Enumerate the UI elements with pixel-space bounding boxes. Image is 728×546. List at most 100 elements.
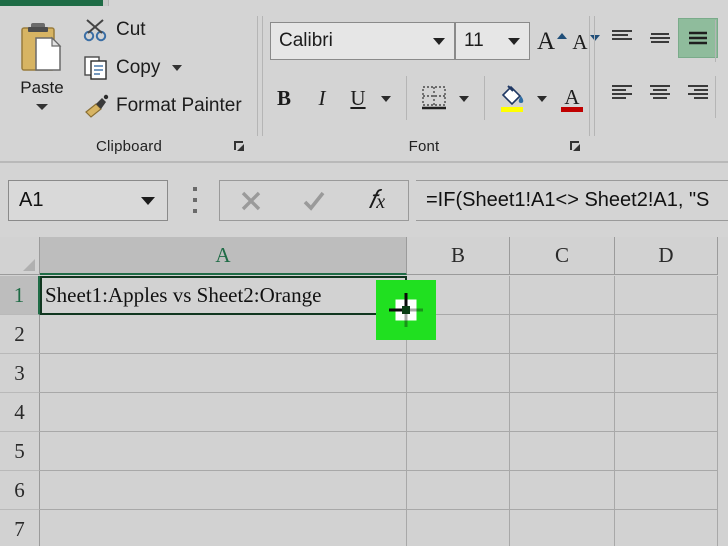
scissors-icon [82,17,112,43]
cell-B1[interactable] [407,276,510,315]
cell-B2[interactable] [407,315,510,354]
formula-input[interactable]: =IF(Sheet1!A1<> Sheet2!A1, "S [416,180,728,221]
excel-window: Paste Cut Copy Format Painter Clipboard … [0,0,728,546]
cell-D5[interactable] [615,432,718,471]
align-left-icon [612,85,632,99]
row-header-label: 6 [14,477,25,502]
cut-button[interactable]: Cut [82,14,146,46]
underline-button[interactable]: U [342,82,374,114]
font-dialog-launcher[interactable] [568,139,584,155]
row-header-6[interactable]: 6 [0,471,40,510]
align-right-button[interactable] [680,78,716,110]
chevron-down-icon[interactable] [508,37,520,45]
align-left-button[interactable] [604,78,640,110]
copy-button[interactable]: Copy [82,52,183,84]
chevron-down-icon[interactable] [141,196,155,205]
align-bottom-icon [689,31,707,45]
cell-A1[interactable] [40,276,407,315]
cell-A3[interactable] [40,354,407,393]
cell-D3[interactable] [615,354,718,393]
insert-function-button[interactable]: 𝑓x [345,181,408,220]
cell-C4[interactable] [510,393,615,432]
cell-D6[interactable] [615,471,718,510]
cancel-button[interactable] [220,181,283,220]
chevron-down-icon[interactable] [433,37,445,45]
cell-C5[interactable] [510,432,615,471]
column-header-c[interactable]: C [510,237,615,275]
cell-D7[interactable] [615,510,718,546]
borders-dropdown-button[interactable] [454,90,474,108]
cell-C1[interactable] [510,276,615,315]
cell-C6[interactable] [510,471,615,510]
cell-D2[interactable] [615,315,718,354]
fill-color-dropdown-button[interactable] [532,90,552,108]
font-size-value: 11 [464,30,484,51]
clipboard-group-label: Clipboard [95,138,162,155]
cut-label: Cut [116,19,146,40]
cell-C7[interactable] [510,510,615,546]
column-header-b[interactable]: B [407,237,510,275]
paste-dropdown-caret-icon[interactable] [36,104,48,110]
cell-B5[interactable] [407,432,510,471]
column-header-label: B [450,243,465,267]
caret-up-icon [557,33,568,39]
chevron-down-icon [537,96,547,102]
cell-C2[interactable] [510,315,615,354]
align-center-button[interactable] [642,78,678,110]
font-name-value: Calibri [279,30,333,51]
row-header-label: 2 [14,321,25,346]
row-header-3[interactable]: 3 [0,354,40,393]
row-header-label: 4 [14,399,25,424]
cell-A4[interactable] [40,393,407,432]
column-header-d[interactable]: D [615,237,718,275]
fill-color-button[interactable] [494,80,530,116]
cell-B4[interactable] [407,393,510,432]
cell-A5[interactable] [40,432,407,471]
cell-A2[interactable] [40,315,407,354]
row-header-5[interactable]: 5 [0,432,40,471]
cell-B7[interactable] [407,510,510,546]
row-header-2[interactable]: 2 [0,315,40,354]
bold-button[interactable]: B [268,82,300,114]
align-top-button[interactable] [604,22,640,54]
name-box[interactable]: A1 [8,180,168,221]
cell-B6[interactable] [407,471,510,510]
column-header-a[interactable]: A [40,237,407,275]
cell-D4[interactable] [615,393,718,432]
cell-C3[interactable] [510,354,615,393]
borders-button[interactable] [416,80,452,116]
cell-A6[interactable] [40,471,407,510]
paste-icon [16,20,68,76]
row-header-label: 5 [14,438,25,463]
cell-A7[interactable] [40,510,407,546]
format-painter-button[interactable]: Format Painter [82,90,242,122]
cell-D1[interactable] [615,276,718,315]
chevron-down-icon [459,96,469,102]
align-center-icon [650,85,670,99]
row-header-1[interactable]: 1 [0,276,40,315]
font-name-combo[interactable]: Calibri [270,22,455,60]
row-header-label: 1 [13,282,25,307]
clipboard-dialog-launcher[interactable] [232,139,248,155]
select-all-corner-button[interactable] [0,237,40,275]
paste-button[interactable]: Paste [8,14,76,132]
align-middle-icon [650,33,670,43]
ribbon-group-alignment [590,6,728,161]
row-header-7[interactable]: 7 [0,510,40,546]
enter-button[interactable] [283,181,346,220]
align-middle-button[interactable] [642,22,678,54]
underline-label: U [350,85,366,110]
row-header-4[interactable]: 4 [0,393,40,432]
font-group-left-separator [262,16,263,136]
copy-dropdown-caret-icon[interactable] [172,65,183,71]
cell-B3[interactable] [407,354,510,393]
align-bottom-button[interactable] [678,18,718,58]
increase-font-size-button[interactable]: A [536,24,568,58]
shrink-font-label: A [572,29,588,54]
paintbrush-icon [82,93,112,119]
underline-dropdown-button[interactable] [376,90,396,108]
font-color-button[interactable]: A [554,80,590,116]
chevron-down-icon [381,96,391,102]
italic-button[interactable]: I [306,82,338,114]
font-size-combo[interactable]: 11 [455,22,530,60]
